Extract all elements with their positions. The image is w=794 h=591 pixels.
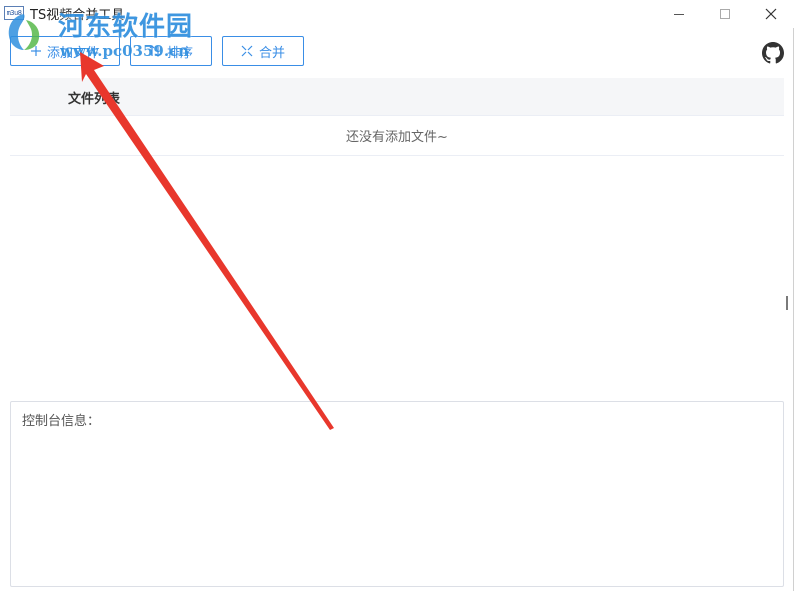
sort-label: 排序 [166,45,193,61]
maximize-button[interactable] [702,0,748,28]
minimize-button[interactable] [656,0,702,28]
file-list-header: 文件列表 [10,78,784,116]
merge-icon [241,45,253,57]
console-label: 控制台信息： [22,414,101,429]
add-file-label: 添加文件 [46,45,99,61]
maximize-icon [719,8,731,20]
scrollbar-thumb[interactable] [786,296,788,310]
file-list-empty: 还没有添加文件~ [10,116,784,156]
merge-label: 合并 [258,45,285,61]
close-icon [765,8,777,20]
sort-icon [149,45,161,57]
app-window: m3u8 TS视频合并工具 添加文件 排序 合并 文件列表 还没有添加文件~ 控… [0,0,794,591]
window-title: TS视频合并工具 [30,8,125,23]
plus-icon [30,46,41,56]
github-link[interactable] [762,42,784,64]
close-button[interactable] [748,0,794,28]
sort-button[interactable]: 排序 [130,36,212,66]
console-panel[interactable]: 控制台信息： [10,401,784,587]
merge-button[interactable]: 合并 [222,36,304,66]
github-icon [762,42,784,68]
column-header-file-list: 文件列表 [68,92,121,107]
empty-text: 还没有添加文件~ [346,130,448,145]
app-icon: m3u8 [4,6,24,20]
add-file-button[interactable]: 添加文件 [10,36,120,66]
title-bar[interactable]: m3u8 TS视频合并工具 [0,0,794,28]
minimize-icon [673,9,685,20]
